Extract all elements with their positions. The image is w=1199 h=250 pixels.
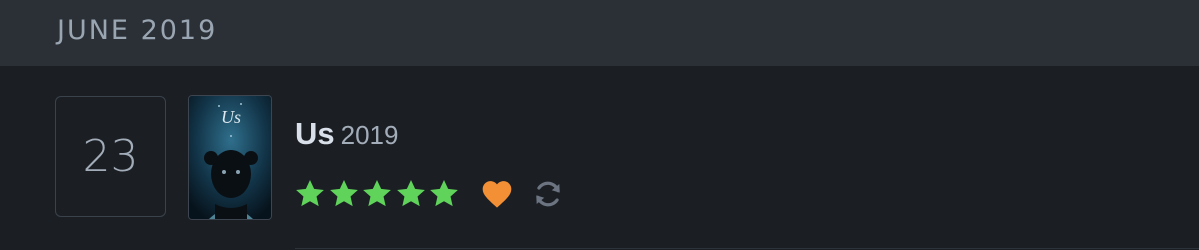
star-icon	[430, 180, 458, 207]
star-icon	[396, 180, 425, 207]
entry-actions	[294, 174, 564, 214]
rewatch-icon[interactable]	[532, 178, 564, 210]
film-title-line[interactable]: Us 2019	[295, 116, 398, 152]
row-divider	[295, 248, 1199, 249]
poster-title: Us	[221, 107, 241, 127]
diary-entry-row[interactable]: 23 Us Us 2019	[0, 66, 1199, 250]
star-rating	[294, 178, 462, 210]
film-poster[interactable]: Us	[188, 95, 272, 220]
star-icon	[329, 180, 358, 207]
star-icon	[363, 180, 391, 207]
month-label: JUNE 2019	[57, 15, 218, 46]
star-icon	[296, 180, 324, 207]
month-header: JUNE 2019	[0, 0, 1199, 66]
day-number: 23	[82, 131, 139, 182]
film-title[interactable]: Us	[295, 116, 335, 151]
film-year[interactable]: 2019	[341, 120, 399, 150]
poster-art: Us	[189, 96, 271, 219]
day-box[interactable]: 23	[55, 96, 166, 217]
heart-icon[interactable]	[480, 179, 514, 209]
